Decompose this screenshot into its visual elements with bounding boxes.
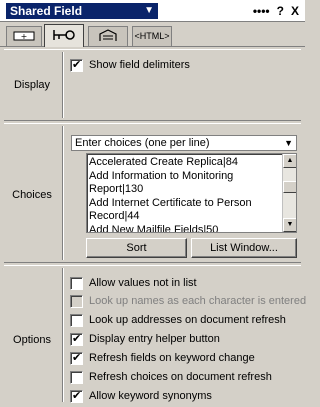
field-info-icon: + xyxy=(13,31,35,41)
minimize-icon[interactable]: •••• xyxy=(253,3,270,19)
tab-basics[interactable]: + xyxy=(6,26,42,46)
refresh-fields-checkbox[interactable]: Refresh fields on keyword change xyxy=(70,350,255,366)
tab-control[interactable] xyxy=(44,24,84,47)
option-label: Refresh fields on keyword change xyxy=(89,352,255,364)
checkbox-box xyxy=(70,313,83,327)
properties-content: Display Show field delimiters Choices En… xyxy=(4,49,306,404)
option-label: Look up addresses on document refresh xyxy=(89,314,286,326)
list-window-button[interactable]: List Window... xyxy=(191,238,297,258)
checkbox-box xyxy=(70,276,83,290)
scroll-down-arrow-icon[interactable]: ▼ xyxy=(283,218,296,232)
show-delimiters-label: Show field delimiters xyxy=(89,59,190,71)
choices-scrollbar[interactable]: ▲ ▼ xyxy=(282,154,296,232)
choices-section-label: Choices xyxy=(12,189,52,201)
show-delimiters-checkbox[interactable]: Show field delimiters xyxy=(70,57,190,73)
list-item[interactable]: Report|130 xyxy=(89,183,279,197)
chevron-down-icon: ▼ xyxy=(284,138,293,148)
field-type-dropdown[interactable]: Shared Field ▼ xyxy=(6,3,158,19)
svg-text:+: + xyxy=(21,32,28,41)
display-entry-helper-checkbox[interactable]: Display entry helper button xyxy=(70,331,220,347)
checkbox-box xyxy=(70,370,83,384)
choices-list: Accelerated Create Replica|84 Add Inform… xyxy=(89,156,279,233)
choices-mode-value: Enter choices (one per line) xyxy=(75,137,210,149)
section-divider xyxy=(62,126,64,260)
properties-title-bar: Shared Field ▼ •••• ? X xyxy=(0,0,305,22)
option-label: Look up names as each character is enter… xyxy=(89,295,307,307)
options-section-label: Options xyxy=(13,334,51,346)
list-item[interactable]: Record|44 xyxy=(89,210,279,224)
refresh-choices-checkbox[interactable]: Refresh choices on document refresh xyxy=(70,369,272,385)
allow-keyword-synonyms-checkbox[interactable]: Allow keyword synonyms xyxy=(70,388,212,404)
key-control-icon xyxy=(53,30,75,40)
display-section-label: Display xyxy=(13,79,51,91)
choices-mode-select[interactable]: Enter choices (one per line) ▼ xyxy=(71,135,297,151)
option-label: Display entry helper button xyxy=(89,333,220,345)
list-item[interactable]: Add Internet Certificate to Person xyxy=(89,197,279,211)
allow-values-not-in-list-checkbox[interactable]: Allow values not in list xyxy=(70,275,197,291)
option-label: Allow values not in list xyxy=(89,277,197,289)
lookup-addresses-checkbox[interactable]: Look up addresses on document refresh xyxy=(70,312,286,328)
choices-listbox[interactable]: Accelerated Create Replica|84 Add Inform… xyxy=(86,153,297,233)
list-item[interactable]: Add Information to Monitoring xyxy=(89,170,279,184)
checkbox-box xyxy=(70,389,83,403)
sort-button[interactable]: Sort xyxy=(86,238,187,258)
scroll-thumb[interactable] xyxy=(283,181,296,193)
window-shade-icon xyxy=(99,29,117,41)
list-item[interactable]: Accelerated Create Replica|84 xyxy=(89,156,279,170)
tab-strip: + <HTML> xyxy=(0,22,305,47)
option-label: Refresh choices on document refresh xyxy=(89,371,272,383)
checkbox-box xyxy=(70,58,83,72)
section-divider xyxy=(62,52,64,118)
checkbox-box xyxy=(70,351,83,365)
checkbox-box xyxy=(70,332,83,346)
help-icon[interactable]: ? xyxy=(277,3,284,19)
checkbox-box xyxy=(70,294,83,308)
chevron-down-icon: ▼ xyxy=(144,5,154,16)
close-icon[interactable]: X xyxy=(291,3,299,19)
tab-hide-when[interactable] xyxy=(88,26,128,46)
list-item[interactable]: Add New Mailfile Fields|50 xyxy=(89,224,279,233)
section-divider xyxy=(62,268,64,402)
scroll-up-arrow-icon[interactable]: ▲ xyxy=(283,154,296,168)
display-section: Display Show field delimiters xyxy=(4,49,301,121)
field-type-label: Shared Field xyxy=(10,4,83,18)
option-label: Allow keyword synonyms xyxy=(89,390,212,402)
tab-html[interactable]: <HTML> xyxy=(132,26,172,46)
lookup-names-checkbox: Look up names as each character is enter… xyxy=(70,293,306,309)
